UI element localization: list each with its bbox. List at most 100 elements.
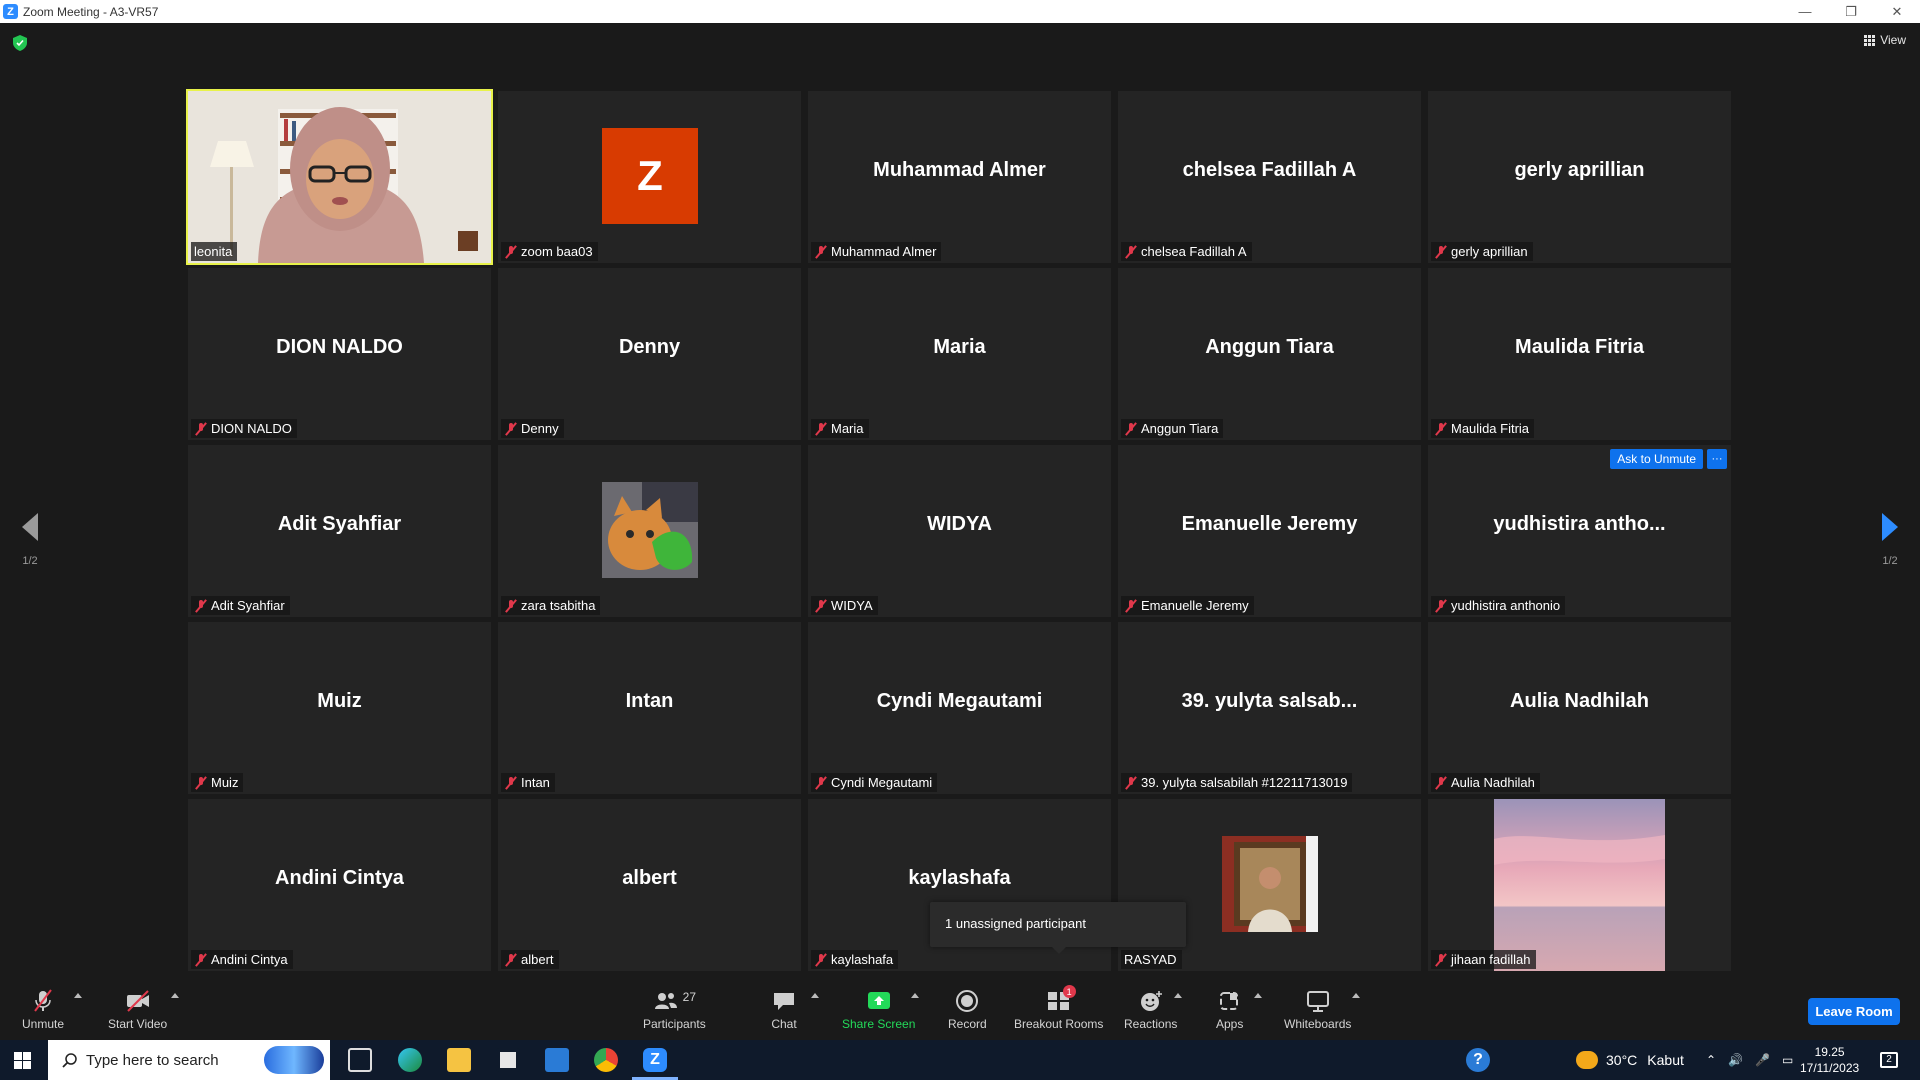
window-title: Zoom Meeting - A3-VR57 — [23, 4, 159, 19]
more-options-icon[interactable]: ··· — [1707, 449, 1727, 469]
participant-display-name: Denny — [618, 335, 681, 358]
mic-muted-icon — [194, 422, 208, 436]
help-icon[interactable]: ? — [1466, 1048, 1490, 1072]
view-button[interactable]: View — [1864, 33, 1906, 47]
participant-tile[interactable]: Emanuelle Jeremy Emanuelle Jeremy — [1118, 445, 1421, 617]
chevron-up-icon[interactable]: ⌃ — [1706, 1053, 1716, 1067]
ask-to-unmute-button[interactable]: Ask to Unmute — [1610, 449, 1703, 469]
participant-name-label: Maulida Fitria — [1431, 419, 1535, 438]
participant-label-text: zoom baa03 — [521, 244, 593, 259]
participant-label-text: Cyndi Megautami — [831, 775, 933, 790]
participant-tile[interactable]: DION NALDO DION NALDO — [188, 268, 491, 440]
participants-label: Participants — [643, 1017, 706, 1031]
next-page-button[interactable]: 1/2 — [1870, 513, 1910, 567]
close-icon[interactable]: ✕ — [1874, 0, 1920, 23]
participant-tile[interactable]: Maulida Fitria Maulida Fitria — [1428, 268, 1731, 440]
task-view-icon[interactable] — [348, 1048, 372, 1072]
participant-tile[interactable]: jihaan fadillah — [1428, 799, 1731, 971]
whiteboards-options-caret[interactable] — [1352, 993, 1360, 998]
volume-icon[interactable]: 🔊 — [1728, 1053, 1743, 1067]
weather-widget[interactable]: 30°C Kabut — [1576, 1040, 1684, 1080]
previous-page-button[interactable]: 1/2 — [10, 513, 50, 567]
participant-tile[interactable]: Adit Syahfiar Adit Syahfiar — [188, 445, 491, 617]
chat-button[interactable]: Chat — [771, 989, 797, 1031]
reactions-button[interactable]: Reactions — [1124, 989, 1177, 1031]
minimize-icon[interactable]: — — [1782, 0, 1828, 23]
participant-display-name: Maulida Fitria — [1515, 335, 1644, 358]
taskbar-search-box[interactable]: Type here to search — [48, 1040, 330, 1080]
windows-start-icon[interactable] — [14, 1052, 31, 1069]
participant-tile[interactable]: Andini Cintya Andini Cintya — [188, 799, 491, 971]
participant-gallery: leonita Zzoom baa03 Muhammad Almer Muhammad… — [186, 89, 1732, 971]
participant-label-text: Maria — [831, 421, 864, 436]
zoom-taskbar-icon[interactable]: Z — [643, 1048, 667, 1072]
participant-tile[interactable]: Muhammad Almer Muhammad Almer — [808, 91, 1111, 263]
apps-options-caret[interactable] — [1254, 993, 1262, 998]
chat-options-caret[interactable] — [811, 993, 819, 998]
participants-count: 27 — [682, 990, 697, 1004]
mic-muted-icon — [504, 953, 518, 967]
start-video-button[interactable]: Start Video — [108, 989, 167, 1031]
mic-muted-icon — [1124, 776, 1138, 790]
participant-tile[interactable]: 39. yulyta salsab... 39. yulyta salsabila… — [1118, 622, 1421, 794]
mic-muted-icon — [814, 245, 828, 259]
participant-tile[interactable]: yudhistira antho... Ask to Unmute ··· yudhi… — [1428, 445, 1731, 617]
audio-options-caret[interactable] — [74, 993, 82, 998]
mic-muted-icon — [1124, 599, 1138, 613]
restore-icon[interactable]: ❐ — [1828, 0, 1874, 23]
page-indicator-left: 1/2 — [22, 555, 38, 567]
microsoft-store-icon[interactable] — [496, 1048, 520, 1072]
participant-tile[interactable]: Aulia Nadhilah Aulia Nadhilah — [1428, 622, 1731, 794]
leave-room-button[interactable]: Leave Room — [1808, 998, 1900, 1025]
windows-taskbar: Type here to search Z ? 30°C Kabut ⌃ 🔊 🎤… — [0, 1040, 1920, 1080]
participants-button[interactable]: 27 Participants — [643, 989, 706, 1031]
apps-button[interactable]: Apps — [1216, 989, 1243, 1031]
share-screen-button[interactable]: Share Screen — [842, 989, 915, 1031]
participant-tile[interactable]: chelsea Fadillah A chelsea Fadillah A — [1118, 91, 1421, 263]
encryption-shield-icon[interactable] — [13, 35, 27, 51]
participant-tile[interactable]: Maria Maria — [808, 268, 1111, 440]
participant-tile[interactable]: zara tsabitha — [498, 445, 801, 617]
share-options-caret[interactable] — [911, 993, 919, 998]
participant-name-label: kaylashafa — [811, 950, 899, 969]
participant-tile[interactable]: WIDYA WIDYA — [808, 445, 1111, 617]
breakout-rooms-button[interactable]: 1 Breakout Rooms — [1014, 985, 1103, 1031]
mail-icon[interactable] — [545, 1048, 569, 1072]
mic-muted-icon — [1434, 422, 1448, 436]
participant-label-text: zara tsabitha — [521, 598, 596, 613]
participant-tile[interactable]: leonita — [186, 89, 493, 265]
unmute-button[interactable]: Unmute — [22, 989, 64, 1031]
chrome-icon[interactable] — [594, 1048, 618, 1072]
participant-tile[interactable]: gerly aprillian gerly aprillian — [1428, 91, 1731, 263]
file-explorer-icon[interactable] — [447, 1048, 471, 1072]
mic-muted-icon — [194, 953, 208, 967]
video-options-caret[interactable] — [171, 993, 179, 998]
participant-tile[interactable]: Anggun Tiara Anggun Tiara — [1118, 268, 1421, 440]
network-icon[interactable]: ▭ — [1782, 1053, 1793, 1067]
participant-display-name: 39. yulyta salsab... — [1181, 689, 1358, 712]
participant-tile[interactable]: Cyndi Megautami Cyndi Megautami — [808, 622, 1111, 794]
chevron-right-icon — [1882, 513, 1898, 541]
participant-tile[interactable]: Denny Denny — [498, 268, 801, 440]
microphone-icon[interactable]: 🎤 — [1755, 1053, 1770, 1067]
meeting-area: View 1/2 1/2 leonita Z zoom baa03 Muhamm… — [0, 23, 1920, 983]
participant-tile[interactable]: Intan Intan — [498, 622, 801, 794]
participant-label-text: RASYAD — [1124, 952, 1177, 967]
mic-muted-icon — [1124, 422, 1138, 436]
breakout-badge: 1 — [1062, 985, 1076, 998]
mic-muted-icon — [30, 989, 56, 1013]
participant-label-text: WIDYA — [831, 598, 873, 613]
reactions-options-caret[interactable] — [1174, 993, 1182, 998]
whiteboards-button[interactable]: Whiteboards — [1284, 989, 1351, 1031]
mic-muted-icon — [814, 422, 828, 436]
edge-browser-icon[interactable] — [398, 1048, 422, 1072]
record-button[interactable]: Record — [948, 989, 987, 1031]
notification-center-icon[interactable]: 2 — [1880, 1040, 1898, 1080]
participant-label-text: chelsea Fadillah A — [1141, 244, 1247, 259]
system-tray: ⌃ 🔊 🎤 ▭ — [1706, 1040, 1793, 1080]
participant-name-label: gerly aprillian — [1431, 242, 1533, 261]
clock[interactable]: 19.25 17/11/2023 — [1800, 1040, 1859, 1080]
participant-tile[interactable]: Zzoom baa03 — [498, 91, 801, 263]
participant-tile[interactable]: Muiz Muiz — [188, 622, 491, 794]
participant-tile[interactable]: albert albert — [498, 799, 801, 971]
